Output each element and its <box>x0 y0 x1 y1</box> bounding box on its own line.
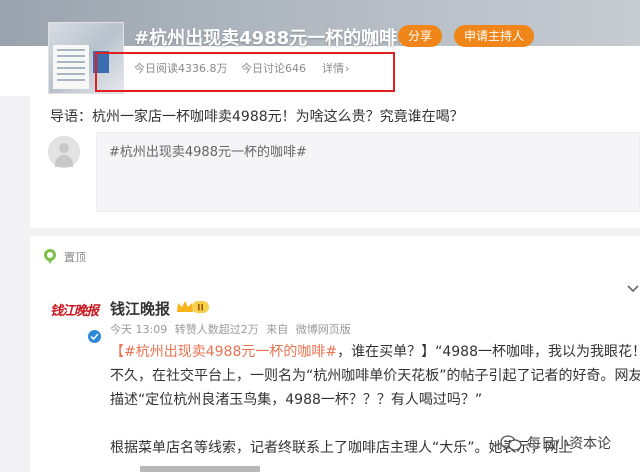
wechat-icon <box>500 434 522 451</box>
post-line: 描述“定位杭州良渚玉鸟集，4988一杯？？？有人喝过吗？” <box>110 392 483 408</box>
chevron-right-icon: › <box>345 62 350 75</box>
topic-title[interactable]: #杭州出现卖4988元一杯的咖啡# <box>134 24 412 50</box>
details-link-label: 详情 <box>322 62 344 75</box>
verified-icon <box>88 330 101 343</box>
thumbnail-paper <box>53 45 89 89</box>
watermark: 每日小资本论 <box>500 432 611 454</box>
today-read-count: 今日阅读4336.8万 <box>134 62 228 75</box>
feed-post-card: 置顶 钱江晚报 钱江晚报 II 今天 13:09 转赞人数超过2万 来自 微博网… <box>30 236 640 472</box>
post-line: 不久，在社交平台上，一则名为“杭州咖啡单价天花板”的帖子引起了记者的好奇。网友 <box>110 368 640 384</box>
today-discuss-count: 今日讨论646 <box>241 62 306 75</box>
post-source[interactable]: 微博网页版 <box>296 323 351 336</box>
author-logo[interactable]: 钱江晚报 <box>50 300 99 330</box>
pin-icon <box>44 249 56 264</box>
topic-intro: 导语：杭州一家店一杯咖啡卖4988元！为啥这么贵？究竟谁在喝？ <box>50 109 464 125</box>
crown-member-icon[interactable]: II <box>176 299 210 315</box>
post-image-preview[interactable] <box>140 466 260 472</box>
svg-text:II: II <box>197 304 204 314</box>
post-text-segment: ，谁在买单？】“4988一杯咖啡，我以为我眼花！”前 <box>337 344 640 360</box>
post-composer-input[interactable]: #杭州出现卖4988元一杯的咖啡# <box>96 132 640 212</box>
watermark-text: 每日小资本论 <box>527 435 612 452</box>
repost-like-count: 转赞人数超过2万 <box>174 323 259 336</box>
apply-host-button[interactable]: 申请主持人 <box>454 25 535 47</box>
post-time[interactable]: 今天 13:09 <box>110 323 167 336</box>
composer-text: #杭州出现卖4988元一杯的咖啡# <box>109 145 307 160</box>
details-link[interactable]: 详情› <box>322 60 349 76</box>
post-hashtag-link[interactable]: 【#杭州出现卖4988元一杯的咖啡# <box>110 344 337 360</box>
post-meta: 今天 13:09 转赞人数超过2万 来自 微博网页版 <box>110 321 355 337</box>
pinned-label: 置顶 <box>64 251 86 264</box>
share-button[interactable]: 分享 <box>398 25 443 47</box>
post-line: 【#杭州出现卖4988元一杯的咖啡#，谁在买单？】“4988一杯咖啡，我以为我眼… <box>110 340 640 364</box>
chevron-down-icon[interactable] <box>627 282 639 294</box>
source-prefix: 来自 <box>266 323 289 336</box>
topic-header: #杭州出现卖4988元一杯的咖啡# 分享 申请主持人 今日阅读4336.8万 今… <box>0 0 640 96</box>
author-name[interactable]: 钱江晚报 <box>110 298 170 319</box>
user-avatar[interactable] <box>48 136 80 168</box>
intro-area: 导语：杭州一家店一杯咖啡卖4988元！为啥这么贵？究竟谁在喝？ #杭州出现卖49… <box>30 96 640 228</box>
